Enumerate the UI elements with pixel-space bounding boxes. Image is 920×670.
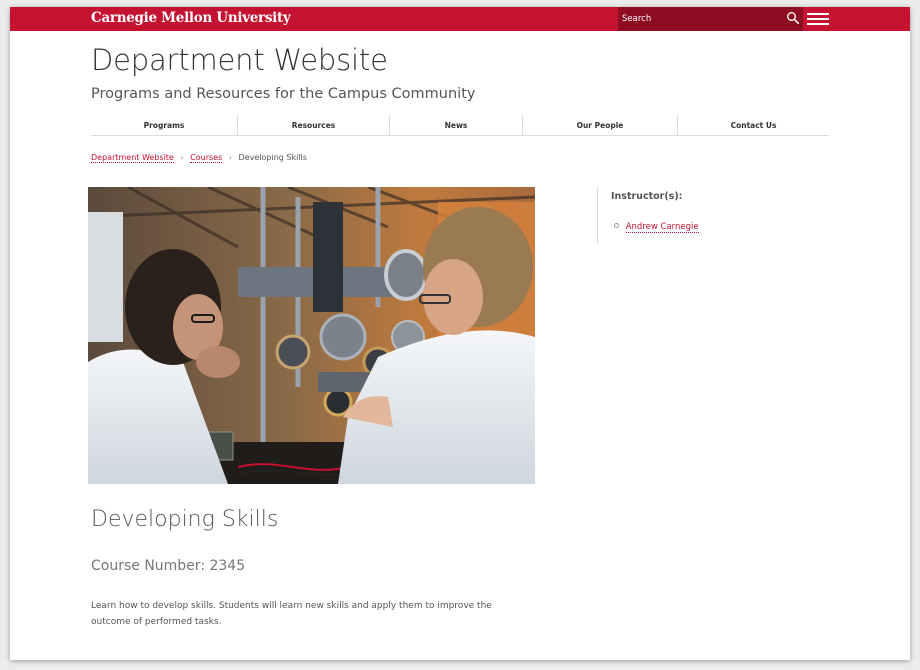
nav-item-resources[interactable]: Resources	[238, 115, 390, 135]
course-title: Developing Skills	[91, 507, 279, 532]
course-description: Learn how to develop skills. Students wi…	[91, 601, 492, 627]
nav-item-programs[interactable]: Programs	[91, 115, 238, 135]
course-number: Course Number: 2345	[91, 558, 246, 574]
nav-item-contact-us[interactable]: Contact Us	[678, 115, 829, 135]
browser-page: Carnegie Mellon University Department We…	[10, 7, 910, 660]
site-title[interactable]: Department Website	[91, 43, 388, 77]
search-input[interactable]	[618, 7, 778, 31]
instructor-sidebar: Instructor(s): Andrew Carnegie	[597, 187, 797, 244]
main-navigation: Programs Resources News Our People Conta…	[91, 115, 829, 136]
breadcrumb-separator: ›	[228, 153, 232, 162]
lab-photo-illustration	[88, 187, 535, 484]
breadcrumb-link-home[interactable]: Department Website	[91, 153, 174, 163]
search-icon[interactable]	[786, 11, 800, 25]
top-bar: Carnegie Mellon University	[10, 7, 910, 31]
nav-item-news[interactable]: News	[390, 115, 523, 135]
instructor-list-item: Andrew Carnegie	[614, 222, 699, 233]
instructor-link[interactable]: Andrew Carnegie	[625, 222, 699, 233]
breadcrumb-separator: ›	[180, 153, 184, 162]
course-photo	[88, 187, 535, 484]
search-box	[618, 7, 803, 31]
university-wordmark[interactable]: Carnegie Mellon University	[91, 10, 291, 26]
circle-bullet-icon	[614, 223, 619, 228]
nav-item-our-people[interactable]: Our People	[523, 115, 678, 135]
breadcrumb: Department Website › Courses › Developin…	[91, 153, 307, 163]
site-subtitle: Programs and Resources for the Campus Co…	[91, 86, 476, 102]
hamburger-menu-icon[interactable]	[807, 12, 829, 26]
instructors-heading: Instructor(s):	[611, 191, 683, 202]
breadcrumb-link-courses[interactable]: Courses	[190, 153, 223, 163]
breadcrumb-current: Developing Skills	[238, 153, 307, 162]
